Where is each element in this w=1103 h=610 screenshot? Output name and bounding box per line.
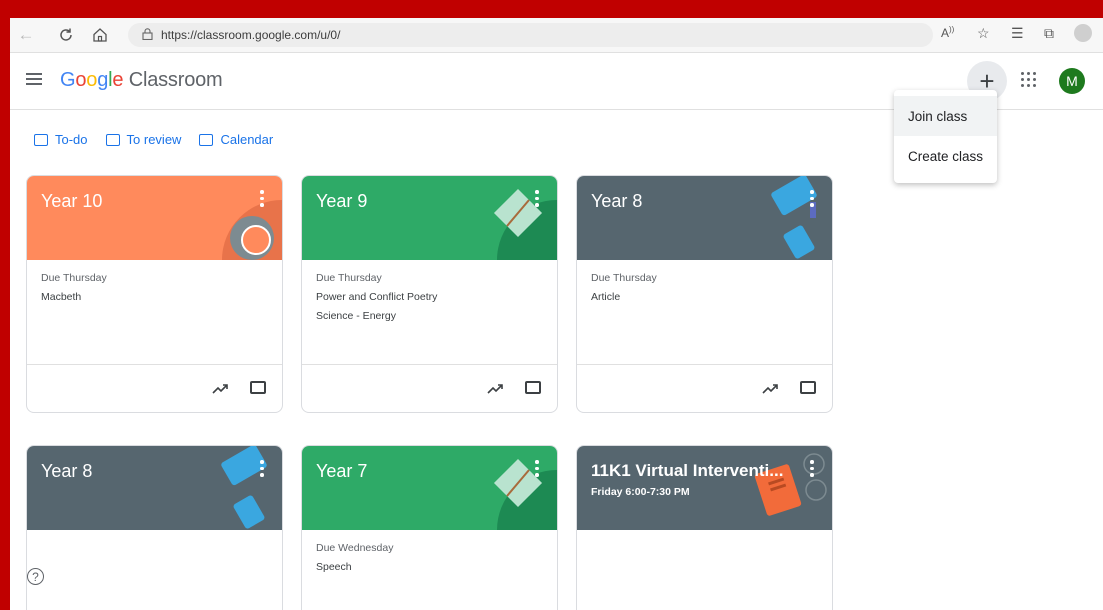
folder-icon[interactable]: [525, 381, 541, 394]
read-aloud-icon[interactable]: A)): [941, 25, 954, 40]
clock-illustration-icon: [222, 200, 282, 260]
class-card-banner[interactable]: Year 7: [302, 446, 557, 530]
class-card[interactable]: Year 7 Due Wednesday Speech: [301, 445, 558, 610]
help-icon[interactable]: ?: [27, 568, 44, 585]
class-card[interactable]: 11K1 Virtual Interventi... Friday 6:00-7…: [576, 445, 833, 610]
class-card-body: Due Thursday Macbeth: [27, 260, 282, 364]
class-title[interactable]: Year 10: [41, 191, 102, 212]
calendar-icon: [199, 133, 214, 146]
class-card-banner[interactable]: 11K1 Virtual Interventi... Friday 6:00-7…: [577, 446, 832, 530]
class-card-banner[interactable]: Year 8: [577, 176, 832, 260]
notebook-illustration-icon: [754, 453, 827, 516]
refresh-icon[interactable]: [56, 25, 76, 45]
book-illustration-icon: [493, 188, 557, 260]
assignment-link[interactable]: Macbeth: [41, 291, 268, 303]
join-class-menu-item[interactable]: Join class: [894, 96, 997, 136]
favorites-list-icon[interactable]: ☰: [1011, 25, 1024, 42]
folder-icon[interactable]: [800, 381, 816, 394]
class-title[interactable]: Year 7: [316, 461, 367, 482]
google-classroom-logo[interactable]: Google Classroom: [60, 69, 223, 92]
class-card-body: Due Thursday Power and Conflict Poetry S…: [302, 260, 557, 364]
todo-link[interactable]: To-do: [34, 132, 88, 147]
trending-icon[interactable]: [212, 381, 230, 395]
account-avatar[interactable]: M: [1059, 68, 1085, 94]
due-label: Due Thursday: [591, 272, 657, 284]
class-title[interactable]: Year 8: [41, 461, 92, 482]
back-arrow-icon[interactable]: ←: [16, 25, 36, 45]
more-options-icon[interactable]: [810, 190, 814, 210]
assignment-link[interactable]: Article: [591, 291, 818, 303]
class-card-body: Due Thursday Article: [577, 260, 832, 364]
todo-icon: [34, 133, 48, 146]
folder-icon[interactable]: [250, 381, 266, 394]
calendar-link[interactable]: Calendar: [199, 132, 273, 147]
browser-toolbar: ← https://classroom.google.com/u/0/ A)) …: [10, 18, 1103, 53]
more-options-icon[interactable]: [260, 460, 264, 480]
main-menu-icon[interactable]: [26, 73, 42, 85]
product-name: Classroom: [128, 69, 223, 91]
class-card-body: Due Wednesday Speech: [302, 530, 557, 610]
class-card[interactable]: Year 8 Due Thursday Article: [576, 175, 833, 413]
assignment-link[interactable]: Science - Energy: [316, 310, 543, 322]
class-card[interactable]: Year 8: [26, 445, 283, 610]
due-label: Due Thursday: [41, 272, 107, 284]
assignment-link[interactable]: Power and Conflict Poetry: [316, 291, 543, 303]
more-options-icon[interactable]: [535, 460, 539, 480]
favorite-star-icon[interactable]: ☆: [977, 25, 990, 42]
trending-icon[interactable]: [762, 381, 780, 395]
url-text: https://classroom.google.com/u/0/: [161, 28, 341, 42]
more-options-icon[interactable]: [260, 190, 264, 210]
class-card-footer: [577, 364, 832, 412]
class-title[interactable]: Year 9: [316, 191, 367, 212]
class-card-footer: [302, 364, 557, 412]
class-card-banner[interactable]: Year 8: [27, 446, 282, 530]
due-label: Due Thursday: [316, 272, 382, 284]
browser-window: ← https://classroom.google.com/u/0/ A)) …: [10, 18, 1103, 610]
book-illustration-icon: [493, 458, 557, 530]
assignment-link[interactable]: Speech: [316, 561, 543, 573]
class-card[interactable]: Year 10 Due Thursday Macbeth: [26, 175, 283, 413]
class-card-footer: [27, 364, 282, 412]
more-options-icon[interactable]: [535, 190, 539, 210]
create-class-menu-item[interactable]: Create class: [894, 136, 997, 176]
class-title[interactable]: Year 8: [591, 191, 642, 212]
tablet-illustration-icon: [771, 176, 817, 259]
class-schedule: Friday 6:00-7:30 PM: [591, 486, 690, 498]
create-join-menu: Join class Create class: [894, 90, 997, 183]
quick-links: To-do To review Calendar: [34, 132, 291, 147]
google-apps-icon[interactable]: [1021, 72, 1037, 88]
collections-icon[interactable]: ⧉: [1044, 25, 1054, 42]
more-options-icon[interactable]: [810, 460, 814, 480]
class-card[interactable]: Year 9 Due Thursday Power and Conflict P…: [301, 175, 558, 413]
class-title[interactable]: 11K1 Virtual Interventi...: [591, 461, 783, 481]
home-icon[interactable]: [90, 25, 110, 45]
class-card-banner[interactable]: Year 9: [302, 176, 557, 260]
address-bar[interactable]: https://classroom.google.com/u/0/: [128, 23, 933, 47]
lock-icon: [142, 27, 153, 43]
class-card-banner[interactable]: Year 10: [27, 176, 282, 260]
due-label: Due Wednesday: [316, 542, 394, 554]
review-icon: [105, 133, 120, 146]
tablet-illustration-icon: [221, 446, 267, 529]
to-review-link[interactable]: To review: [105, 132, 181, 147]
profile-icon[interactable]: [1074, 24, 1092, 42]
trending-icon[interactable]: [487, 381, 505, 395]
